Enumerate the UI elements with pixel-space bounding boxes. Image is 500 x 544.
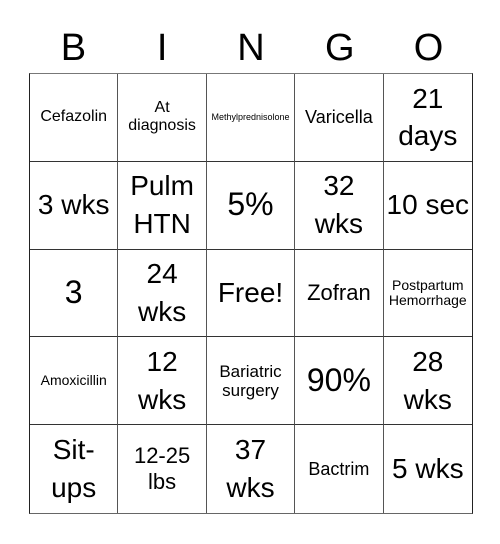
- header-letter-g: G: [325, 27, 355, 69]
- bingo-cell[interactable]: 12 wks: [118, 337, 207, 426]
- bingo-header: B I N G O: [29, 22, 473, 74]
- bingo-cell[interactable]: Bariatric surgery: [206, 337, 296, 426]
- bingo-cell[interactable]: 5 wks: [384, 425, 472, 513]
- bingo-grid: Cefazolin At diagnosis Methylprednisolon…: [29, 73, 473, 514]
- bingo-cell[interactable]: 12-25 lbs: [118, 425, 207, 513]
- bingo-cell[interactable]: 24 wks: [118, 249, 207, 338]
- header-letter-i: I: [156, 27, 168, 69]
- bingo-cell[interactable]: Cefazolin: [30, 74, 119, 162]
- bingo-cell[interactable]: Zofran: [295, 249, 384, 338]
- bingo-cell[interactable]: 32 wks: [295, 161, 384, 250]
- bingo-cell[interactable]: Amoxicillin: [30, 337, 119, 426]
- header-letter-b: B: [60, 27, 87, 69]
- bingo-cell[interactable]: 3 wks: [30, 161, 119, 250]
- bingo-cell[interactable]: 37 wks: [207, 425, 296, 513]
- header-letter-o: O: [413, 27, 444, 69]
- bingo-cell[interactable]: 5%: [206, 161, 296, 250]
- bingo-cell[interactable]: Bactrim: [295, 425, 384, 513]
- header-letter-n: N: [237, 27, 265, 69]
- bingo-cell[interactable]: Postpartum Hemorrhage: [383, 250, 472, 338]
- bingo-cell[interactable]: Methylprednisolone: [206, 74, 296, 162]
- free-space-cell[interactable]: Free!: [206, 249, 296, 338]
- bingo-cell[interactable]: 10 sec: [383, 162, 472, 250]
- bingo-cell[interactable]: 21 days: [383, 74, 472, 162]
- bingo-cell[interactable]: At diagnosis: [118, 74, 207, 162]
- bingo-cell[interactable]: Pulm HTN: [118, 161, 207, 250]
- bingo-cell[interactable]: 28 wks: [383, 337, 472, 426]
- bingo-cell[interactable]: 3: [30, 249, 119, 338]
- bingo-cell[interactable]: Varicella: [295, 74, 384, 162]
- bingo-cell[interactable]: 90%: [295, 337, 384, 426]
- bingo-cell[interactable]: Sit-ups: [30, 425, 119, 513]
